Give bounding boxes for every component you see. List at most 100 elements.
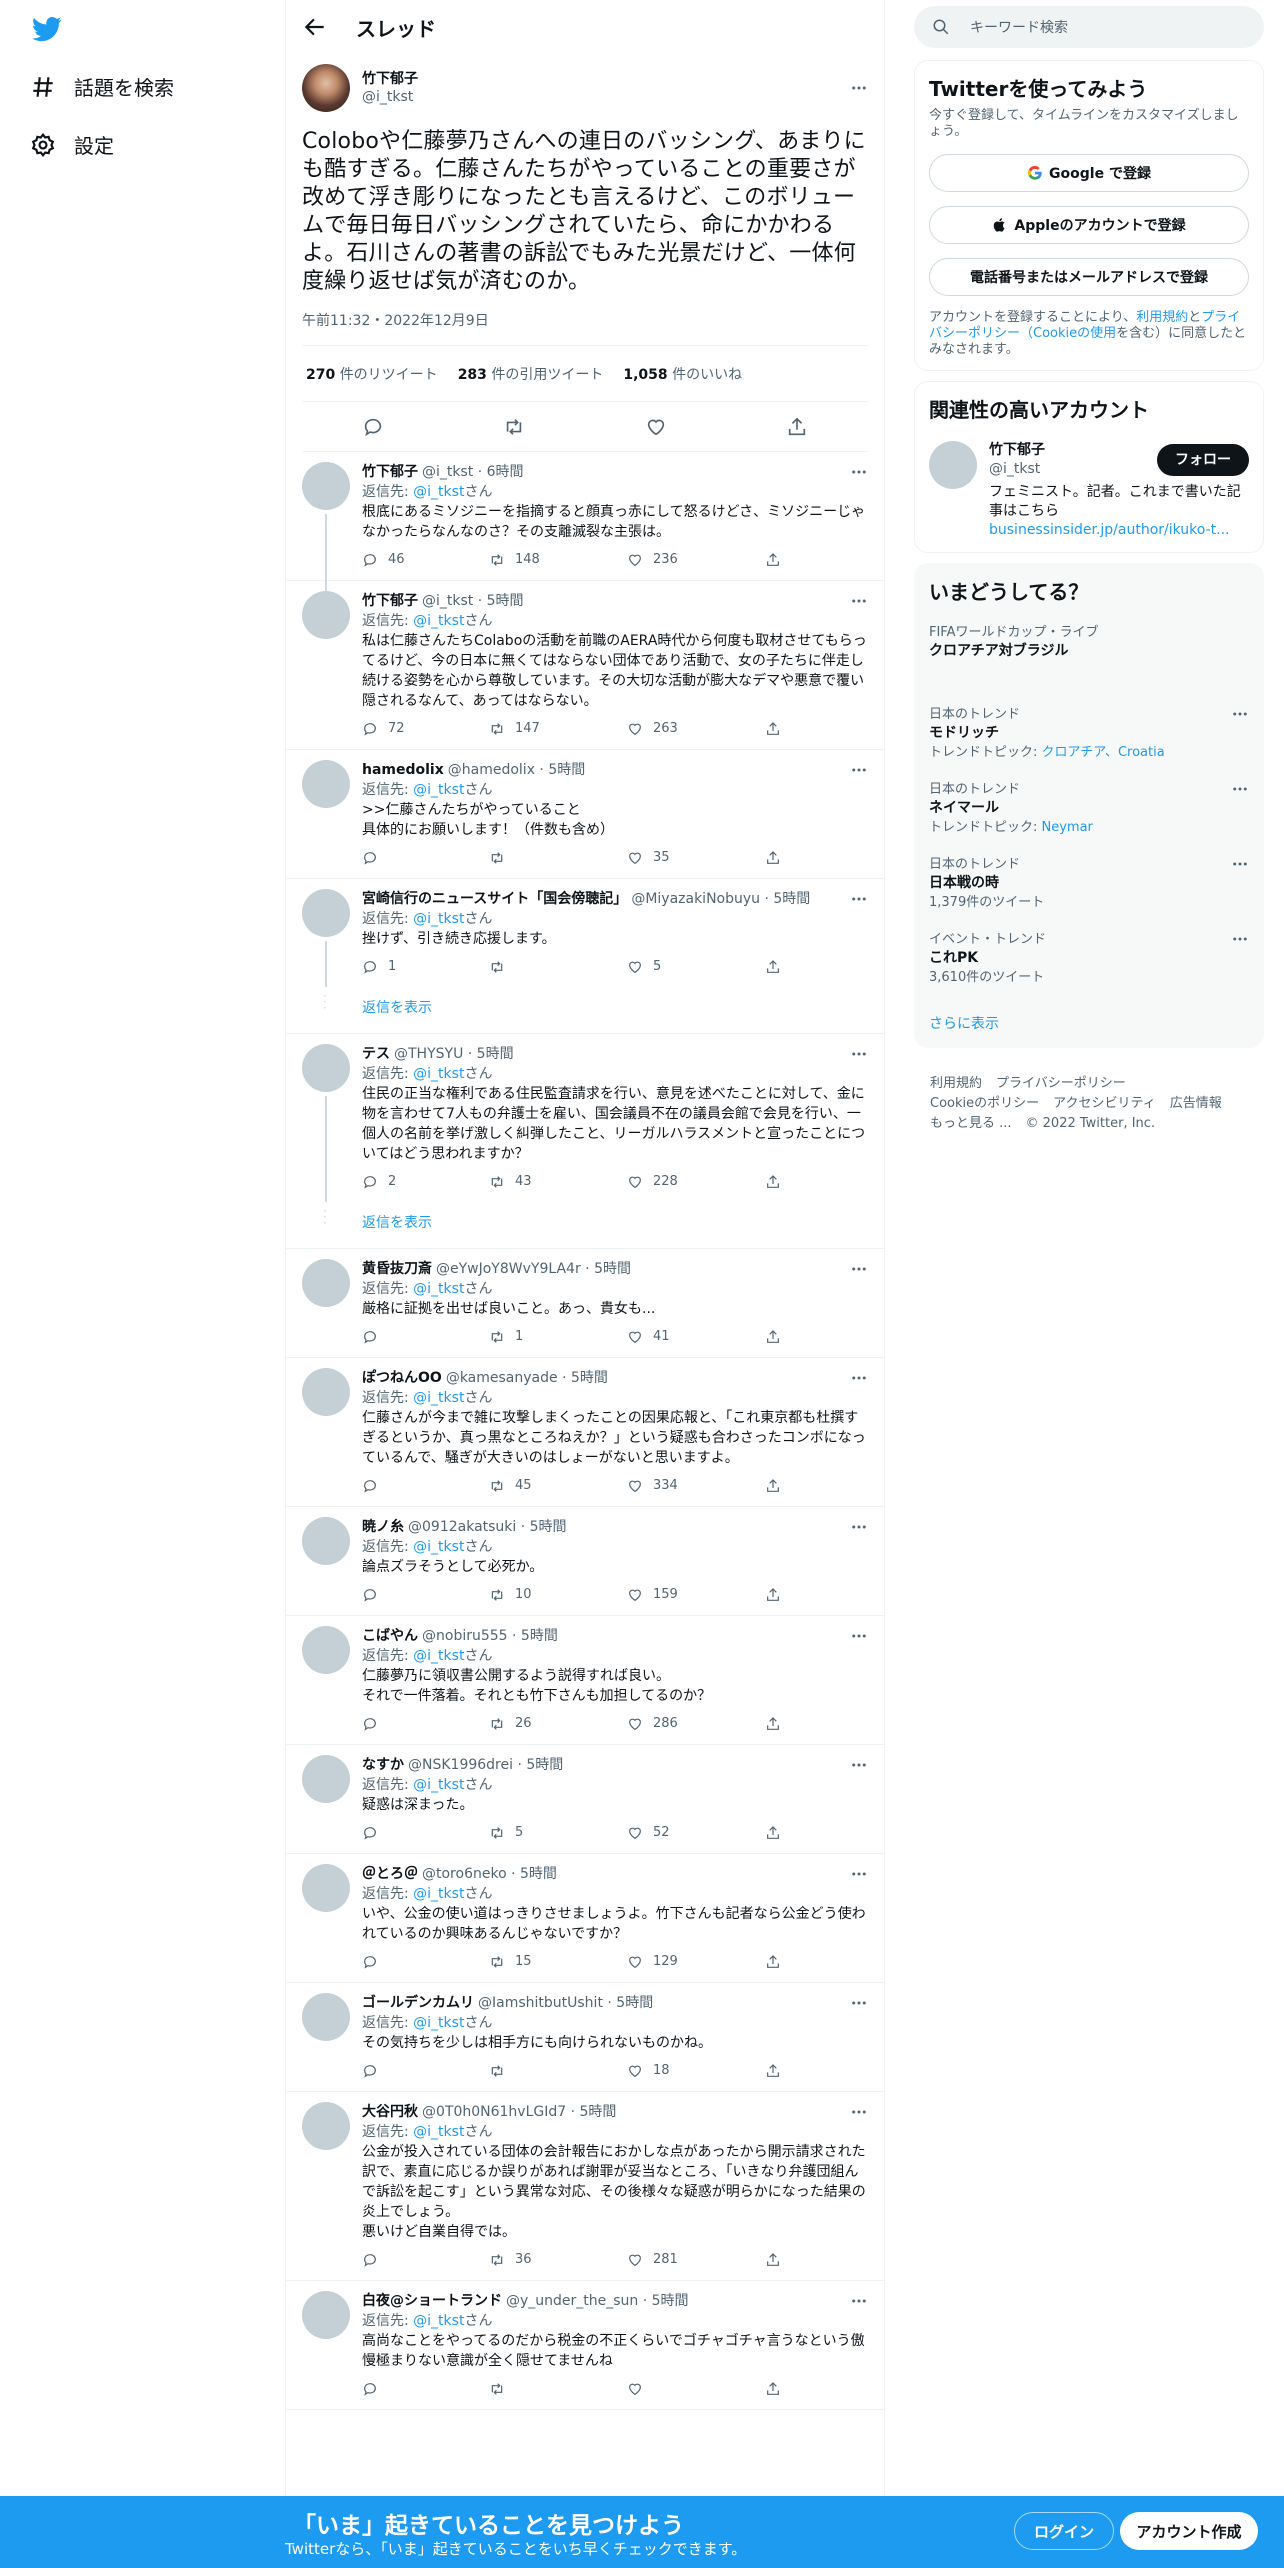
reply-icon[interactable] [362,1478,378,1494]
share-icon[interactable] [765,2381,781,2397]
reply-author-handle[interactable]: @0T0h0N61hvLGId7 · 5時間 [422,2102,616,2122]
retweet-icon[interactable] [489,1716,505,1732]
share-icon[interactable] [765,721,781,737]
retweet-icon[interactable] [489,1174,505,1190]
share-icon[interactable] [765,552,781,568]
reply-icon[interactable] [362,1954,378,1970]
avatar[interactable] [929,441,977,489]
share-icon[interactable] [765,850,781,866]
share-icon[interactable] [765,2252,781,2268]
reply-to-link[interactable]: @i_tkst [413,2124,464,2140]
author-handle[interactable]: @i_tkst [362,88,850,106]
reply-tweet[interactable]: 竹下郁子 @i_tkst · 6時間 返信先: @i_tkstさん 根底にあるミソジニ… [286,452,884,592]
reply-author-handle[interactable]: @THYSYU · 5時間 [394,1044,514,1064]
like-icon[interactable] [627,959,643,975]
reply-to-link[interactable]: @i_tkst [413,613,464,629]
more-icon[interactable] [850,592,868,610]
more-icon[interactable] [1231,705,1249,723]
reply-author-handle[interactable]: @i_tkst · 5時間 [422,591,524,611]
reply-author-name[interactable]: 竹下郁子 [362,462,418,482]
reply-to-link[interactable]: @i_tkst [413,1777,464,1793]
more-icon[interactable] [850,1260,868,1278]
avatar[interactable] [302,462,350,510]
more-icon[interactable] [850,1045,868,1063]
share-icon[interactable] [765,1716,781,1732]
reply-to-link[interactable]: @i_tkst [413,911,464,927]
reply-tweet[interactable]: テス @THYSYU · 5時間 返信先: @i_tkstさん 住民の正当な権利である… [286,1034,884,1202]
avatar[interactable] [302,1755,350,1803]
trend-item[interactable]: FIFAワールドカップ・ライブ クロアチア対ブラジル [929,623,1249,661]
reply-author-name[interactable]: 大谷円秋 [362,2102,418,2122]
reply-author-handle[interactable]: @hamedolix · 5時間 [448,760,585,780]
share-icon[interactable] [765,1587,781,1603]
like-icon[interactable] [627,1329,643,1345]
reply-icon[interactable] [362,2381,378,2397]
related-handle[interactable]: @i_tkst [989,460,1157,479]
avatar[interactable] [302,1259,350,1307]
like-icon[interactable] [627,552,643,568]
more-icon[interactable] [850,1865,868,1883]
like-icon[interactable] [627,1716,643,1732]
avatar[interactable] [302,1044,350,1092]
avatar[interactable] [302,1993,350,2041]
retweet-icon[interactable] [489,552,505,568]
reply-tweet[interactable]: 大谷円秋 @0T0h0N61hvLGId7 · 5時間 返信先: @i_tkstさん… [286,2092,884,2281]
reply-to-link[interactable]: @i_tkst [413,782,464,798]
nav-explore[interactable]: 話題を検索 [30,72,174,101]
terms-link[interactable]: 利用規約 [1136,310,1188,325]
reply-author-handle[interactable]: @toro6neko · 5時間 [422,1864,557,1884]
tweet-timestamp[interactable]: 午前11:32・2022年12月9日 [302,310,868,346]
like-icon[interactable] [627,1825,643,1841]
reply-icon[interactable] [362,1174,378,1190]
related-account[interactable]: 竹下郁子 @i_tkst フォロー フェミニスト。記者。これまで書いた記事はこち… [929,441,1249,540]
reply-to-link[interactable]: @i_tkst [413,1281,464,1297]
retweet-icon[interactable] [489,2063,505,2079]
nav-settings[interactable]: 設定 [30,130,114,159]
reply-author-name[interactable]: ゴールデンカムリ [362,1993,474,2013]
reply-author-handle[interactable]: @IamshitbutUshit · 5時間 [478,1993,653,2013]
retweet-icon[interactable] [489,1587,505,1603]
like-icon[interactable] [627,850,643,866]
back-arrow-icon[interactable] [302,14,328,40]
retweet-icon[interactable] [489,1954,505,1970]
reply-icon[interactable] [362,1587,378,1603]
avatar[interactable] [302,1368,350,1416]
reply-author-name[interactable]: 宮崎信行のニュースサイト「国会傍聴記」 [362,889,627,909]
retweet-icon[interactable] [489,2381,505,2397]
reply-author-handle[interactable]: @i_tkst · 6時間 [422,462,524,482]
footer-terms[interactable]: 利用規約 [930,1076,982,1091]
reply-tweet[interactable]: ＠とろ＠ @toro6neko · 5時間 返信先: @i_tkstさん いや、公金の… [286,1854,884,1983]
reply-icon[interactable] [362,959,378,975]
share-icon[interactable] [765,1825,781,1841]
like-icon[interactable] [627,1478,643,1494]
avatar[interactable] [302,591,350,639]
like-icon[interactable] [627,2063,643,2079]
reply-to-link[interactable]: @i_tkst [413,1886,464,1902]
reply-author-handle[interactable]: @y_under_the_sun · 5時間 [506,2291,689,2311]
like-icon[interactable] [627,1587,643,1603]
footer-privacy[interactable]: プライバシーポリシー [996,1076,1126,1091]
reply-author-handle[interactable]: @NSK1996drei · 5時間 [408,1755,563,1775]
login-button[interactable]: ログイン [1014,2512,1114,2550]
reply-to-link[interactable]: @i_tkst [413,484,464,500]
reply-tweet[interactable]: hamedolix @hamedolix · 5時間 返信先: @i_tkstさん >… [286,750,884,879]
more-icon[interactable] [850,79,868,97]
like-icon[interactable] [627,721,643,737]
reply-tweet[interactable]: ぽつねんOO @kamesanyade · 5時間 返信先: @i_tkstさん 仁藤… [286,1358,884,1507]
author-avatar[interactable] [302,64,350,112]
more-icon[interactable] [850,1627,868,1645]
more-icon[interactable] [850,1994,868,2012]
more-icon[interactable] [1231,855,1249,873]
like-icon[interactable] [627,2381,643,2397]
related-bio-link[interactable]: businessinsider.jp/author/ikuko-t... [989,521,1249,540]
search-box[interactable]: キーワード検索 [914,6,1264,48]
reply-icon[interactable] [362,1329,378,1345]
related-name[interactable]: 竹下郁子 [989,441,1157,460]
share-icon[interactable] [765,1954,781,1970]
more-icon[interactable] [850,2103,868,2121]
reply-tweet[interactable]: 竹下郁子 @i_tkst · 5時間 返信先: @i_tkstさん 私は仁藤さんたちC… [286,581,884,750]
more-icon[interactable] [1231,780,1249,798]
apple-signup-button[interactable]: Appleのアカウントで登録 [929,206,1249,244]
reply-to-link[interactable]: @i_tkst [413,1539,464,1555]
retweet-icon[interactable] [489,1478,505,1494]
